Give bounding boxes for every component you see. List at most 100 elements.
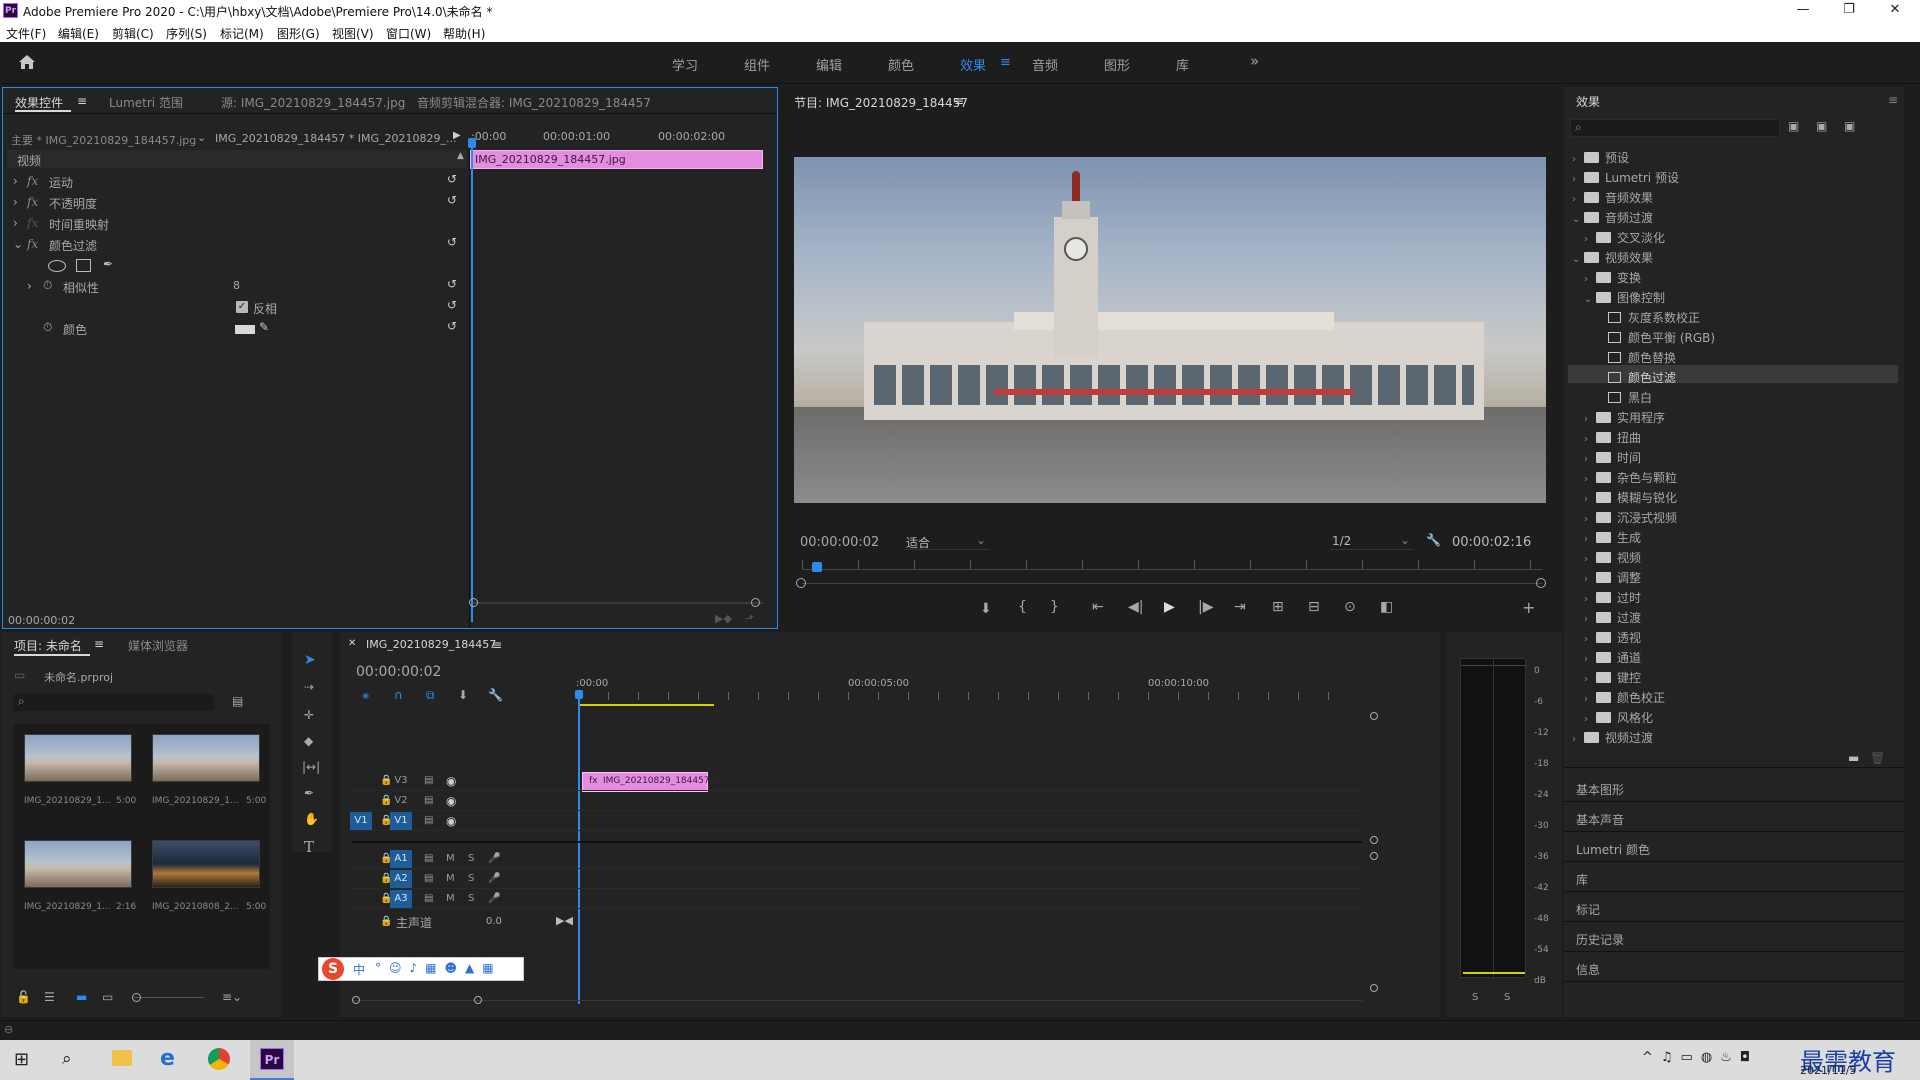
sync-lock-icon[interactable]: ▤ xyxy=(424,775,433,786)
effects-tree-item[interactable]: › 交叉淡化 xyxy=(1584,229,1665,246)
workspace-learn[interactable]: 学习 xyxy=(672,55,698,74)
effect-opacity[interactable]: 不透明度 xyxy=(49,195,97,212)
step-back-icon[interactable]: ◀| xyxy=(1128,599,1143,615)
workspace-graphics[interactable]: 图形 xyxy=(1104,55,1130,74)
solo-right[interactable]: S xyxy=(1504,992,1510,1003)
pen-tool-icon[interactable]: ✒ xyxy=(304,786,314,800)
sync-lock-icon[interactable]: ▤ xyxy=(424,815,433,826)
reset-color-pass-icon[interactable]: ↺ xyxy=(447,235,457,249)
effects-tree-item[interactable]: › 透视 xyxy=(1584,629,1641,646)
stopwatch-similarity-icon[interactable]: ⏱ xyxy=(43,278,52,293)
workspace-menu-icon[interactable]: ≡ xyxy=(1000,55,1011,70)
snap-icon[interactable]: ∩ xyxy=(394,688,403,702)
collapse-up-icon[interactable]: ▲ xyxy=(457,151,464,161)
effects-tree-item[interactable]: › 杂色与颗粒 xyxy=(1584,469,1677,486)
play-icon[interactable]: ▶ xyxy=(1164,599,1175,615)
freeform-view-icon[interactable]: ▭ xyxy=(102,990,113,1004)
video-track-v1[interactable]: V1 xyxy=(390,812,412,830)
fx-badge-opacity[interactable]: fx xyxy=(27,195,38,209)
tl-vscroll-video-top[interactable] xyxy=(1370,712,1378,720)
lift-icon[interactable]: ⊞ xyxy=(1272,599,1284,615)
workspace-assembly[interactable]: 组件 xyxy=(744,55,770,74)
go-to-out-icon[interactable]: ⇥ xyxy=(1234,599,1246,615)
project-thumb-1[interactable] xyxy=(24,734,132,782)
voiceover-mic-icon[interactable]: 🎤 xyxy=(488,853,500,864)
type-tool-icon[interactable]: T xyxy=(304,838,314,856)
effects-search-input[interactable]: ⌕ xyxy=(1570,119,1780,137)
effects-tree-item[interactable]: › 通道 xyxy=(1584,649,1641,666)
razor-tool-icon[interactable]: ◆ xyxy=(304,734,313,748)
solo-button[interactable]: S xyxy=(468,893,474,904)
reset-color-icon[interactable]: ↺ xyxy=(447,319,457,333)
chevron-right-icon[interactable]: › xyxy=(1584,574,1596,585)
mark-in-icon[interactable]: { xyxy=(1018,599,1027,615)
chevron-right-icon[interactable]: › xyxy=(1584,494,1596,505)
tl-vscroll-video-bottom[interactable] xyxy=(1370,836,1378,844)
chevron-right-icon[interactable]: › xyxy=(1584,714,1596,725)
project-thumb-4[interactable] xyxy=(152,840,260,888)
effects-tree-item[interactable]: › 生成 xyxy=(1584,529,1641,546)
edge-icon[interactable]: e xyxy=(160,1046,175,1071)
selection-tool-icon[interactable]: ➤ xyxy=(304,652,316,668)
rectangle-mask-icon[interactable] xyxy=(76,259,91,272)
project-thumb-2[interactable] xyxy=(152,734,260,782)
nest-icon[interactable]: ⚹ xyxy=(362,688,369,703)
collapsed-panel-header[interactable]: 信息 xyxy=(1576,961,1600,978)
eyedropper-icon[interactable]: ✎ xyxy=(259,320,269,334)
start-button-icon[interactable]: ⊞ xyxy=(14,1049,29,1070)
effect-time-remap[interactable]: 时间重映射 xyxy=(49,216,109,233)
tab-audio-clip-mixer[interactable]: 音频剪辑混合器: IMG_20210829_184457 xyxy=(417,94,651,111)
color-swatch[interactable] xyxy=(235,325,255,334)
ec-zoom-handle-right[interactable] xyxy=(751,598,760,607)
tab-source[interactable]: 源: IMG_20210829_184457.jpg xyxy=(221,94,405,111)
effects-tree-item[interactable]: › 风格化 xyxy=(1584,709,1653,726)
video-track-v3[interactable]: V3 xyxy=(390,772,412,790)
effects-tree-item[interactable]: 灰度系数校正 xyxy=(1596,309,1700,326)
tab-project[interactable]: 项目: 未命名 xyxy=(14,637,82,654)
effects-tree-item[interactable]: › 调整 xyxy=(1584,569,1641,586)
thumb-size-handle[interactable] xyxy=(132,993,141,1002)
workspace-libraries[interactable]: 库 xyxy=(1176,55,1189,74)
workspace-editing[interactable]: 编辑 xyxy=(816,55,842,74)
menu-graphics[interactable]: 图形(G) xyxy=(277,25,320,42)
file-explorer-icon[interactable] xyxy=(112,1050,132,1066)
pen-mask-icon[interactable]: ✒ xyxy=(103,257,113,271)
extract-icon[interactable]: ⊟ xyxy=(1308,599,1320,615)
effects-tree-item[interactable]: › 模糊与锐化 xyxy=(1584,489,1677,506)
chevron-right-icon[interactable]: › xyxy=(1584,414,1596,425)
chevron-right-icon[interactable]: › xyxy=(1584,614,1596,625)
lock-icon[interactable]: 🔓 xyxy=(16,990,31,1004)
effects-tree-item[interactable]: ⌄ 视频效果 xyxy=(1572,249,1653,266)
program-playhead[interactable] xyxy=(812,562,822,572)
ec-playhead[interactable] xyxy=(471,142,473,622)
chevron-right-icon[interactable]: › xyxy=(1584,634,1596,645)
ec-playhead-handle[interactable] xyxy=(468,138,476,148)
tl-hscroll[interactable] xyxy=(352,1000,1362,1001)
collapsed-panel-header[interactable]: Lumetri 颜色 xyxy=(1576,841,1650,858)
reset-invert-icon[interactable]: ↺ xyxy=(447,298,457,312)
sort-icon[interactable]: ≡⌄ xyxy=(222,990,242,1004)
tl-playhead[interactable] xyxy=(578,692,580,1004)
menu-sequence[interactable]: 序列(S) xyxy=(166,25,207,42)
effects-tree-item[interactable]: 颜色替换 xyxy=(1596,349,1676,366)
tab-media-browser[interactable]: 媒体浏览器 xyxy=(128,637,188,654)
effects-tree-item[interactable]: › 预设 xyxy=(1572,149,1629,166)
motion-arrow-icon[interactable]: › xyxy=(13,174,18,188)
menu-clip[interactable]: 剪辑(C) xyxy=(112,25,154,42)
maximize-button[interactable]: ❐ xyxy=(1826,0,1872,22)
resolution-dropdown[interactable]: 1/2 ⌄ xyxy=(1330,532,1414,550)
effects-tree-item[interactable]: 颜色过滤 xyxy=(1596,369,1676,386)
effects-tree-item[interactable]: › 键控 xyxy=(1584,669,1641,686)
reset-similarity-icon[interactable]: ↺ xyxy=(447,277,457,291)
effect-color-pass[interactable]: 颜色过滤 xyxy=(49,237,97,254)
menu-view[interactable]: 视图(V) xyxy=(332,25,374,42)
tl-vscroll-audio-top[interactable] xyxy=(1370,852,1378,860)
chevron-right-icon[interactable]: › xyxy=(1584,434,1596,445)
chevron-right-icon[interactable]: › xyxy=(1572,194,1584,205)
panel-menu-icon[interactable]: ≡ xyxy=(77,94,87,108)
ec-clip-bar[interactable]: IMG_20210829_184457.jpg xyxy=(470,150,763,169)
timeline-clip[interactable]: fx IMG_20210829_184457.jpg xyxy=(582,772,726,792)
invert-checkbox[interactable]: ✓ xyxy=(236,301,248,313)
comparison-view-icon[interactable]: ◧ xyxy=(1380,599,1393,615)
yuv-effects-icon[interactable]: ▣ xyxy=(1844,119,1855,133)
